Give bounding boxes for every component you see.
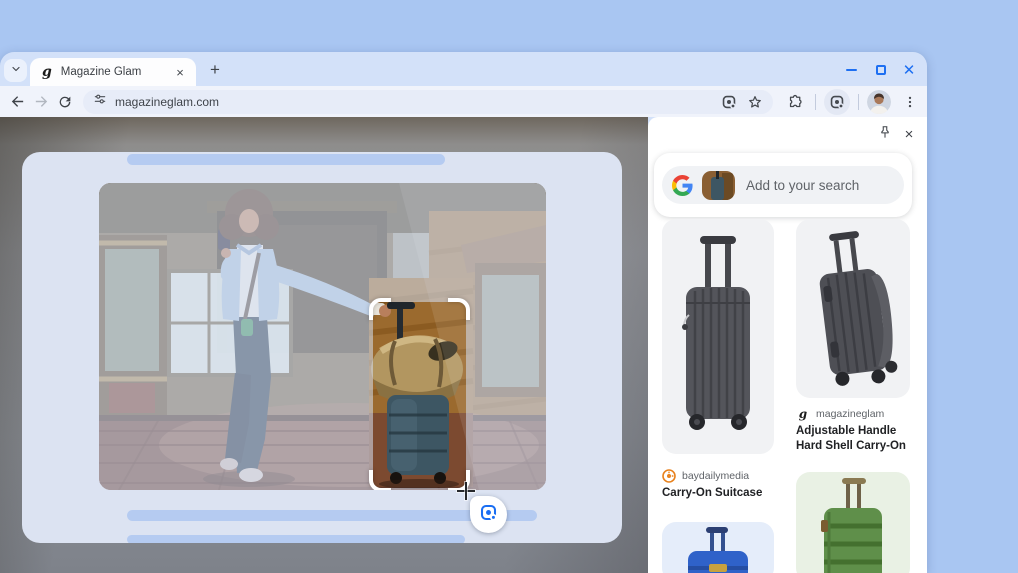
lens-icon[interactable] bbox=[719, 92, 739, 112]
magazineglam-favicon: g bbox=[798, 407, 808, 421]
tab-strip: g Magazine Glam × + ✕ bbox=[0, 52, 927, 86]
address-bar[interactable]: magazineglam.com bbox=[83, 89, 773, 114]
tab-search-button[interactable] bbox=[4, 59, 27, 82]
result-image-hard-shell-carry-on[interactable] bbox=[796, 219, 910, 398]
result-image-carry-on-suitcase[interactable] bbox=[662, 219, 774, 454]
reload-button[interactable] bbox=[53, 90, 77, 114]
source-name: magazineglam bbox=[816, 408, 885, 420]
new-tab-button[interactable]: + bbox=[203, 58, 227, 82]
result-image-blue-suitcase[interactable] bbox=[662, 522, 774, 573]
result-image-green-suitcase[interactable] bbox=[796, 472, 910, 573]
site-favicon: g bbox=[42, 64, 52, 80]
skeleton-text-bar bbox=[127, 535, 465, 543]
tab-title: Magazine Glam bbox=[60, 66, 142, 78]
menu-kebab-icon[interactable] bbox=[898, 90, 922, 114]
window-close-button[interactable]: ✕ bbox=[896, 62, 922, 78]
extensions-icon[interactable] bbox=[783, 90, 807, 114]
result-title[interactable]: Carry-On Suitcase bbox=[662, 486, 780, 501]
skeleton-text-bar bbox=[127, 154, 445, 165]
result-title[interactable]: Adjustable Handle Hard Shell Carry-On bbox=[796, 424, 920, 454]
results-column-1: baydailymedia Carry-On Suitcase bbox=[662, 117, 774, 573]
result-source[interactable]: g magazineglam bbox=[796, 407, 885, 421]
screenshot-root: { "desktop": { "wallpaper_color": "#a9c6… bbox=[0, 0, 1018, 573]
page-content-dimmed bbox=[0, 117, 648, 573]
lens-side-panel: × Add to your search baydailymedia Carry… bbox=[648, 117, 927, 573]
window-minimize-button[interactable] bbox=[838, 62, 864, 78]
maximize-icon bbox=[876, 65, 886, 75]
selection-handle-top-left[interactable] bbox=[369, 298, 391, 320]
back-button[interactable] bbox=[5, 90, 29, 114]
toolbar-separator bbox=[815, 93, 816, 110]
site-info-icon[interactable] bbox=[93, 92, 107, 111]
lens-icon bbox=[479, 503, 498, 527]
result-source[interactable]: baydailymedia bbox=[662, 469, 749, 483]
lens-active-icon[interactable] bbox=[824, 88, 850, 115]
results-column-2: g magazineglam Adjustable Handle Hard Sh… bbox=[796, 117, 910, 573]
browser-toolbar: magazineglam.com bbox=[0, 86, 927, 117]
browser-window: g Magazine Glam × + ✕ magazineglam.com ×… bbox=[0, 52, 927, 573]
url-text: magazineglam.com bbox=[115, 94, 220, 109]
chevron-down-icon bbox=[10, 62, 22, 80]
bookmark-star-icon[interactable] bbox=[745, 92, 765, 112]
selection-handle-top-right[interactable] bbox=[448, 298, 470, 320]
tab-close-icon[interactable]: × bbox=[172, 64, 188, 80]
toolbar-actions bbox=[783, 88, 922, 115]
toolbar-separator bbox=[858, 93, 859, 110]
baydailymedia-icon bbox=[662, 469, 676, 483]
source-name: baydailymedia bbox=[682, 470, 750, 482]
lens-selection-region[interactable] bbox=[369, 298, 470, 490]
article-photo[interactable] bbox=[99, 183, 546, 490]
tab-magazine-glam[interactable]: g Magazine Glam × bbox=[30, 58, 196, 86]
close-icon: ✕ bbox=[902, 61, 916, 79]
profile-avatar[interactable] bbox=[867, 89, 891, 114]
article-card bbox=[22, 152, 622, 543]
lens-fab-button[interactable] bbox=[470, 496, 507, 533]
forward-button[interactable] bbox=[29, 90, 53, 114]
window-maximize-button[interactable] bbox=[868, 62, 894, 78]
selection-handle-bottom-left[interactable] bbox=[369, 470, 391, 490]
minimize-icon bbox=[845, 69, 857, 71]
